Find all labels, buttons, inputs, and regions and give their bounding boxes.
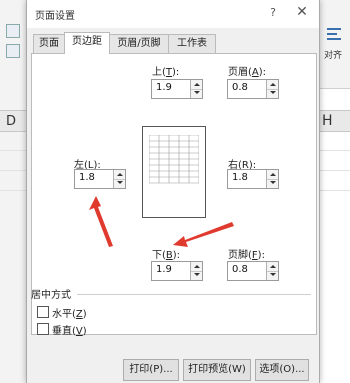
spin-down-button[interactable]: [191, 89, 202, 98]
header-margin-label: 页眉(A):: [228, 67, 267, 78]
spin-down-button[interactable]: [267, 271, 278, 280]
section-divider: [77, 294, 311, 295]
preview-grid: [149, 135, 199, 184]
header-margin-value[interactable]: 0.8: [232, 82, 248, 93]
tab-page[interactable]: 页面: [33, 34, 65, 53]
page-preview: [142, 126, 206, 218]
header-margin-spinner[interactable]: 0.8: [227, 79, 279, 99]
column-header-h: H: [318, 110, 350, 132]
margins-panel: 上(T): 1.9 页眉(A): 0.8 左(L): 1.8 右(R): 1.8…: [31, 53, 317, 335]
dialog-titlebar: 页面设置 ? ✕: [27, 0, 319, 28]
top-margin-label: 上(T):: [152, 67, 180, 78]
ribbon-icon: [6, 24, 20, 38]
help-button[interactable]: ?: [265, 6, 281, 22]
spin-down-button[interactable]: [267, 89, 278, 98]
grid-line: [0, 170, 26, 171]
options-button[interactable]: 选项(O)...: [255, 359, 309, 381]
spin-down-button[interactable]: [114, 179, 125, 188]
dialog-title: 页面设置: [35, 11, 75, 22]
left-margin-spinner[interactable]: 1.8: [74, 169, 126, 189]
tab-sheet[interactable]: 工作表: [168, 34, 216, 53]
right-margin-value[interactable]: 1.8: [232, 172, 248, 183]
right-margin-spinner[interactable]: 1.8: [227, 169, 279, 189]
top-margin-spinner[interactable]: 1.9: [151, 79, 203, 99]
background-toolbar-left: [0, 0, 27, 383]
vertical-center-checkbox[interactable]: [37, 323, 49, 335]
grid-line: [318, 190, 350, 191]
page-setup-dialog: 页面设置 ? ✕ 页面 页边距 页眉/页脚 工作表 上(T): 1.9 页眉(A…: [26, 0, 320, 383]
footer-margin-spinner[interactable]: 0.8: [227, 261, 279, 281]
print-button[interactable]: 打印(P)...: [123, 359, 179, 381]
vertical-center-label: 垂直(V): [52, 326, 87, 337]
spin-down-button[interactable]: [191, 271, 202, 280]
footer-margin-value[interactable]: 0.8: [232, 264, 248, 275]
tab-margins[interactable]: 页边距: [64, 32, 110, 54]
ribbon-align-label: 对齐: [324, 51, 343, 61]
bottom-margin-spinner[interactable]: 1.9: [151, 261, 203, 281]
centering-title: 居中方式: [31, 290, 71, 301]
tab-bar: 页面 页边距 页眉/页脚 工作表: [31, 32, 311, 54]
grid-line: [0, 150, 26, 151]
bottom-margin-value[interactable]: 1.9: [156, 264, 172, 275]
horizontal-center-checkbox[interactable]: [37, 306, 49, 318]
grid-line: [318, 170, 350, 171]
grid-line: [318, 150, 350, 151]
tab-header-footer[interactable]: 页眉/页脚: [109, 34, 169, 53]
ribbon-icon: [6, 44, 20, 58]
bottom-margin-label: 下(B):: [152, 250, 181, 261]
grid-line: [0, 190, 26, 191]
spin-down-button[interactable]: [267, 179, 278, 188]
top-margin-value[interactable]: 1.9: [156, 82, 172, 93]
close-button[interactable]: ✕: [293, 4, 311, 22]
background-ribbon-right: 对齐: [318, 0, 350, 89]
left-margin-value[interactable]: 1.8: [79, 172, 95, 183]
align-icon: [327, 28, 341, 40]
horizontal-center-label: 水平(Z): [52, 309, 87, 320]
column-header-d: D: [0, 110, 26, 132]
footer-margin-label: 页脚(F):: [228, 250, 265, 261]
print-preview-button[interactable]: 打印预览(W): [183, 359, 251, 381]
